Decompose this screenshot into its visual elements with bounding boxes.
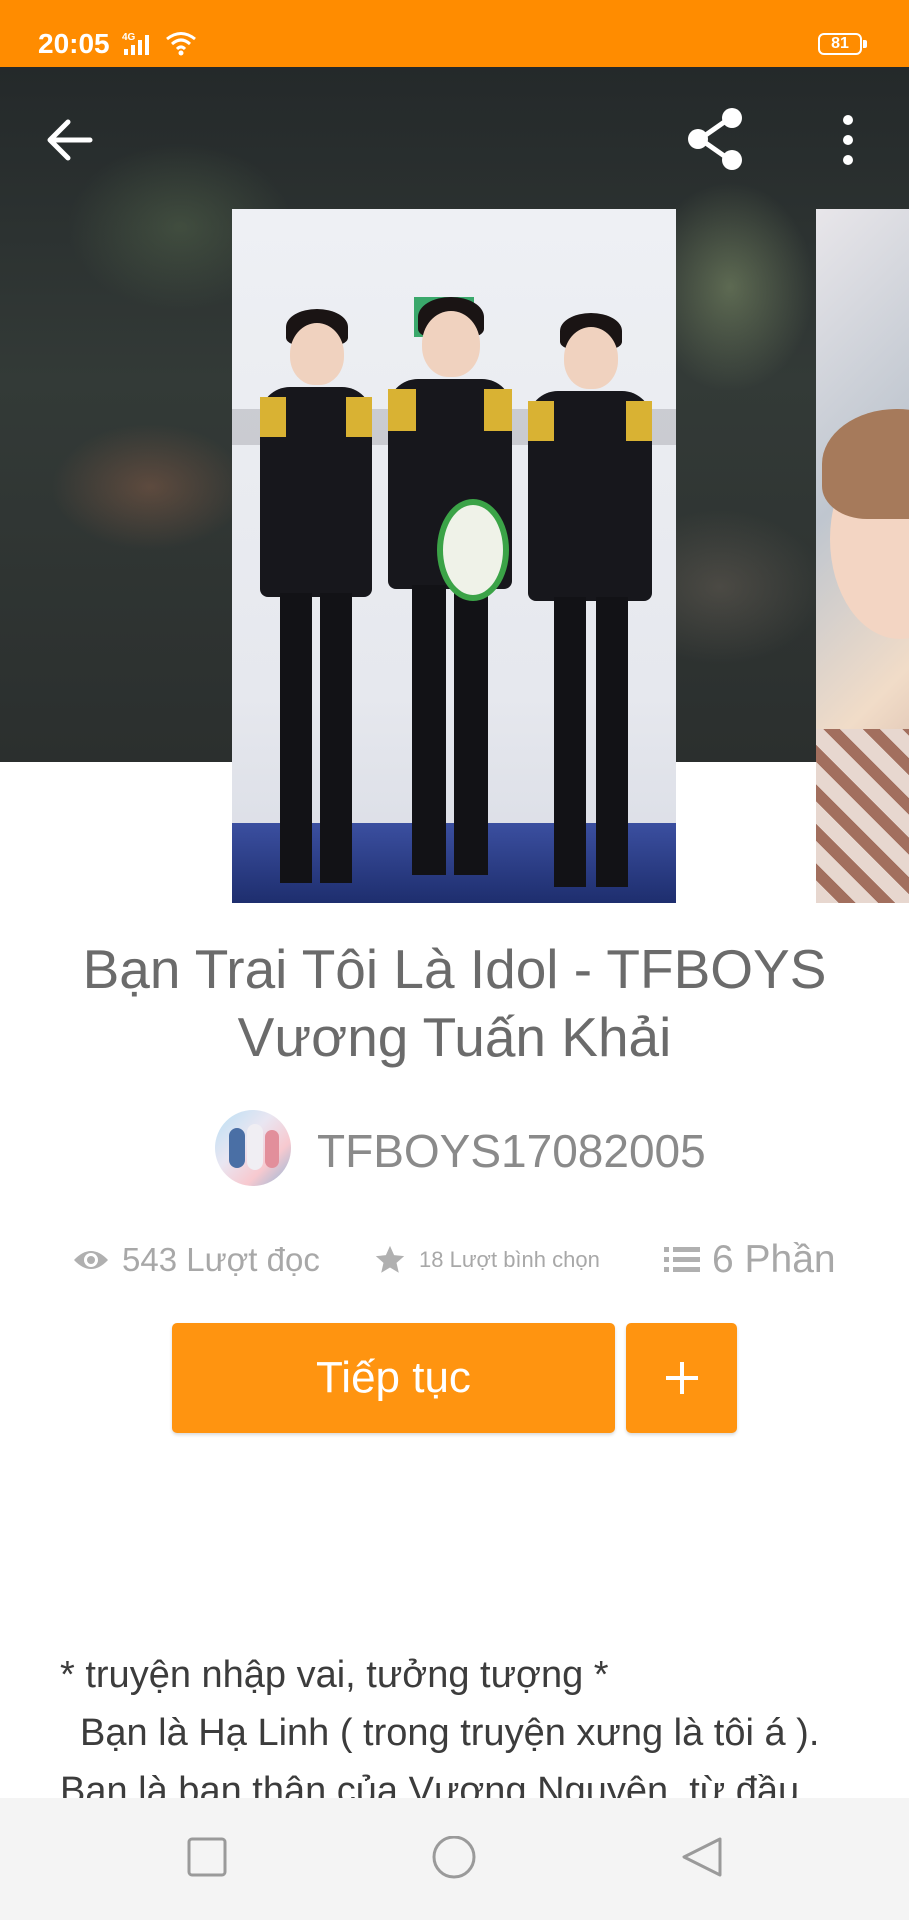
reads-count: 543 Lượt đọc [122, 1241, 320, 1278]
back-icon[interactable] [40, 110, 100, 170]
plus-icon [665, 1362, 698, 1394]
parts-count: 6 Phần [712, 1238, 836, 1281]
status-bar: 20:05 4G 81 [0, 0, 909, 67]
share-icon[interactable] [684, 106, 748, 172]
battery-indicator: 81 [818, 33, 867, 55]
more-vertical-icon[interactable] [830, 110, 866, 170]
author-name[interactable]: TFBOYS17082005 [317, 1124, 706, 1178]
wifi-icon [166, 32, 196, 56]
parts-stat[interactable]: 6 Phần [664, 1230, 836, 1290]
votes-stat: 18 Lượt bình chọn [373, 1230, 600, 1290]
battery-level: 81 [831, 35, 849, 52]
network-type: 4G [122, 32, 136, 43]
avatar[interactable] [215, 1110, 291, 1186]
system-nav-bar [0, 1798, 909, 1920]
next-story-cover-image[interactable] [816, 209, 909, 903]
back-triangle-icon[interactable] [680, 1836, 726, 1882]
status-time: 20:05 [38, 28, 110, 59]
person-right [524, 313, 654, 903]
person-left [252, 309, 372, 899]
description-line: Bạn là Hạ Linh ( trong truyện xưng là tô… [80, 1712, 820, 1754]
story-description: * truyện nhập vai, tưởng tượng * Bạn là … [60, 1646, 880, 1820]
votes-count: 18 Lượt bình chọn [419, 1247, 600, 1272]
recents-square-icon[interactable] [186, 1836, 228, 1878]
story-title-line2: Vương Tuấn Khải [237, 1006, 672, 1068]
list-icon [664, 1247, 700, 1272]
signal-icon: 4G [122, 32, 149, 55]
penguin-plush [437, 499, 509, 601]
home-circle-icon[interactable] [430, 1836, 478, 1884]
add-to-library-button[interactable] [626, 1323, 737, 1433]
eye-icon [74, 1251, 108, 1269]
star-icon [375, 1245, 405, 1273]
story-title: Bạn Trai Tôi Là Idol - TFBOYS Vương Tuấn… [40, 935, 869, 1071]
reads-stat: 543 Lượt đọc [72, 1230, 320, 1290]
person-middle [382, 297, 512, 897]
continue-reading-button[interactable]: Tiếp tục [172, 1323, 615, 1433]
story-stats: 543 Lượt đọc 18 Lượt bình chọn 6 Phần [0, 1230, 909, 1290]
story-title-line1: Bạn Trai Tôi Là Idol - TFBOYS [82, 938, 827, 1000]
story-cover-image[interactable] [232, 209, 676, 903]
description-line: * truyện nhập vai, tưởng tượng * [60, 1654, 609, 1696]
